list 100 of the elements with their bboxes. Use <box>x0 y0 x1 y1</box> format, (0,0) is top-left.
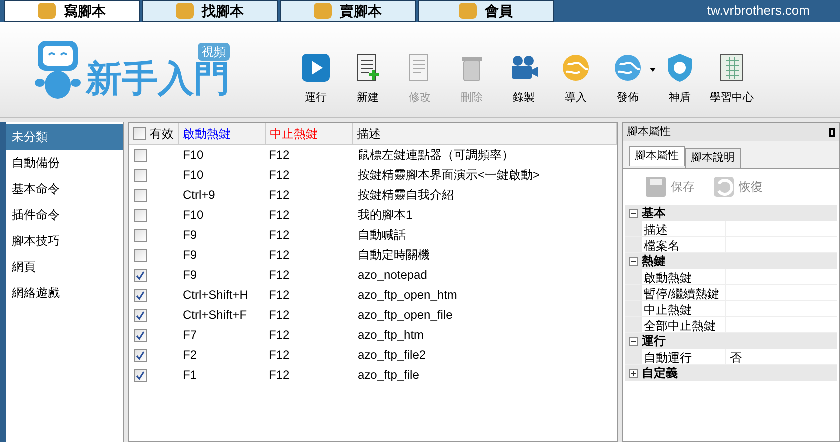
tab-icon <box>38 3 56 19</box>
tab-icon <box>314 3 332 19</box>
property-group: 基本 <box>642 204 666 222</box>
table-cell-text: 鼠標左鍵連點器（可調頻率） <box>357 147 515 164</box>
sidebar-item[interactable]: 未分類 <box>6 124 123 150</box>
dropdown-caret-icon[interactable] <box>650 68 656 72</box>
panel-tab[interactable]: 腳本屬性 <box>629 146 685 166</box>
restore-button[interactable]: 恢復 <box>713 176 763 198</box>
table-cell-text: F10 <box>182 207 205 224</box>
table-cell-text: 按鍵精靈自我介紹 <box>357 187 455 204</box>
table-cell-text: F9 <box>182 227 198 244</box>
table-cell-text: F9 <box>182 267 198 284</box>
checkbox[interactable] <box>134 368 147 382</box>
sidebar-item[interactable]: 基本命令 <box>6 176 123 202</box>
table-cell-text: F12 <box>268 367 291 384</box>
sidebar-item[interactable]: 腳本技巧 <box>6 228 123 254</box>
checkbox[interactable] <box>134 308 147 322</box>
table-cell-text: azo_ftp_file <box>357 367 420 384</box>
expand-icon[interactable] <box>629 368 638 378</box>
table-cell-text: 按鍵精靈腳本界面演示<一鍵啟動> <box>357 167 542 184</box>
property-name: 檔案名 <box>642 237 726 252</box>
checkbox[interactable] <box>134 228 147 242</box>
table-cell-text: F12 <box>268 307 291 324</box>
site-url: tw.vrbrothers.com <box>707 2 810 20</box>
table-cell-text: azo_ftp_open_htm <box>357 287 458 304</box>
toolbar-button[interactable]: 發佈 <box>602 52 654 107</box>
table-cell-text: F10 <box>182 147 205 164</box>
tab[interactable]: 會員 <box>418 0 554 22</box>
checkbox[interactable] <box>133 127 146 140</box>
checkbox[interactable] <box>134 168 147 182</box>
table-cell-text: azo_ftp_htm <box>357 327 426 344</box>
column-header[interactable]: 中止熱鍵 <box>270 124 318 142</box>
table-cell-text: 自動喊話 <box>357 227 407 244</box>
collapse-icon[interactable] <box>629 256 638 266</box>
table-cell-text: F9 <box>182 247 198 264</box>
toolbar-button[interactable]: 運行 <box>290 52 342 107</box>
checkbox[interactable] <box>134 348 147 362</box>
table-cell-text: F7 <box>182 327 198 344</box>
panel-tab[interactable]: 腳本說明 <box>685 148 741 168</box>
tab[interactable]: 賣腳本 <box>280 0 416 22</box>
checkbox[interactable] <box>134 268 147 282</box>
table-cell-text: F12 <box>268 187 291 204</box>
property-name: 描述 <box>642 221 726 236</box>
sidebar-item[interactable]: 插件命令 <box>6 202 123 228</box>
table-cell-text: F12 <box>268 327 291 344</box>
property-name: 啟動熱鍵 <box>642 269 726 284</box>
property-group: 自定義 <box>642 364 678 382</box>
undo-icon <box>713 176 735 198</box>
toolbar-button[interactable]: 錄製 <box>498 52 550 107</box>
sidebar-item[interactable]: 網絡遊戲 <box>6 280 123 306</box>
table-cell-text: F12 <box>268 347 291 364</box>
column-header[interactable]: 有效 <box>150 124 174 142</box>
tab-icon <box>176 3 194 19</box>
toolbar-button[interactable]: 新建 <box>342 52 394 107</box>
table-cell-text: F12 <box>268 287 291 304</box>
table-cell-text: F10 <box>182 167 205 184</box>
table-cell-text: F12 <box>268 247 291 264</box>
checkbox[interactable] <box>134 188 147 202</box>
table-cell-text: 我的腳本1 <box>357 207 414 224</box>
sidebar-item[interactable]: 自動備份 <box>6 150 123 176</box>
tab[interactable]: 寫腳本 <box>4 0 140 22</box>
table-cell-text: F12 <box>268 207 291 224</box>
property-name: 中止熱鍵 <box>642 301 726 316</box>
tab[interactable]: 找腳本 <box>142 0 278 22</box>
robot-mascot-icon <box>34 38 82 100</box>
table-cell-text: F1 <box>182 367 198 384</box>
table-cell-text: azo_ftp_file2 <box>357 347 428 364</box>
table-cell-text: F2 <box>182 347 198 364</box>
column-header[interactable]: 啟動熱鍵 <box>183 124 231 142</box>
save-button[interactable]: 保存 <box>645 176 695 198</box>
play-icon <box>300 52 332 84</box>
property-name: 全部中止熱鍵 <box>642 317 726 332</box>
property-name: 自動運行 <box>642 349 726 364</box>
table-cell-text: F12 <box>268 167 291 184</box>
table-cell-text: azo_ftp_open_file <box>357 307 454 324</box>
toolbar-button[interactable]: 導入 <box>550 52 602 107</box>
checkbox[interactable] <box>134 248 147 262</box>
checkbox[interactable] <box>134 328 147 342</box>
table-cell-text: Ctrl+9 <box>182 187 216 204</box>
panel-title: 腳本屬性 <box>627 124 671 140</box>
sidebar-item[interactable]: 網頁 <box>6 254 123 280</box>
toolbar-button[interactable]: 神盾 <box>654 52 706 107</box>
collapse-icon[interactable] <box>629 336 638 346</box>
tab-icon <box>459 3 477 19</box>
checkbox[interactable] <box>134 208 147 222</box>
checkbox[interactable] <box>134 288 147 302</box>
table-cell-text: F12 <box>268 147 291 164</box>
collapse-icon[interactable] <box>629 208 638 218</box>
property-group: 熱鍵 <box>642 252 666 270</box>
table-cell-text: 自動定時關機 <box>357 247 431 264</box>
column-header[interactable]: 描述 <box>357 124 381 142</box>
toolbar-button[interactable]: 學習中心 <box>706 52 758 107</box>
table-cell-text: F12 <box>268 267 291 284</box>
property-value: 否 <box>729 350 742 364</box>
property-name: 暫停/繼續熱鍵 <box>642 285 726 300</box>
table-cell-text: Ctrl+Shift+H <box>182 287 250 304</box>
checkbox[interactable] <box>134 148 147 162</box>
table-cell-text: azo_notepad <box>357 267 428 284</box>
property-group: 運行 <box>642 332 666 350</box>
table-cell-text: Ctrl+Shift+F <box>182 307 248 324</box>
